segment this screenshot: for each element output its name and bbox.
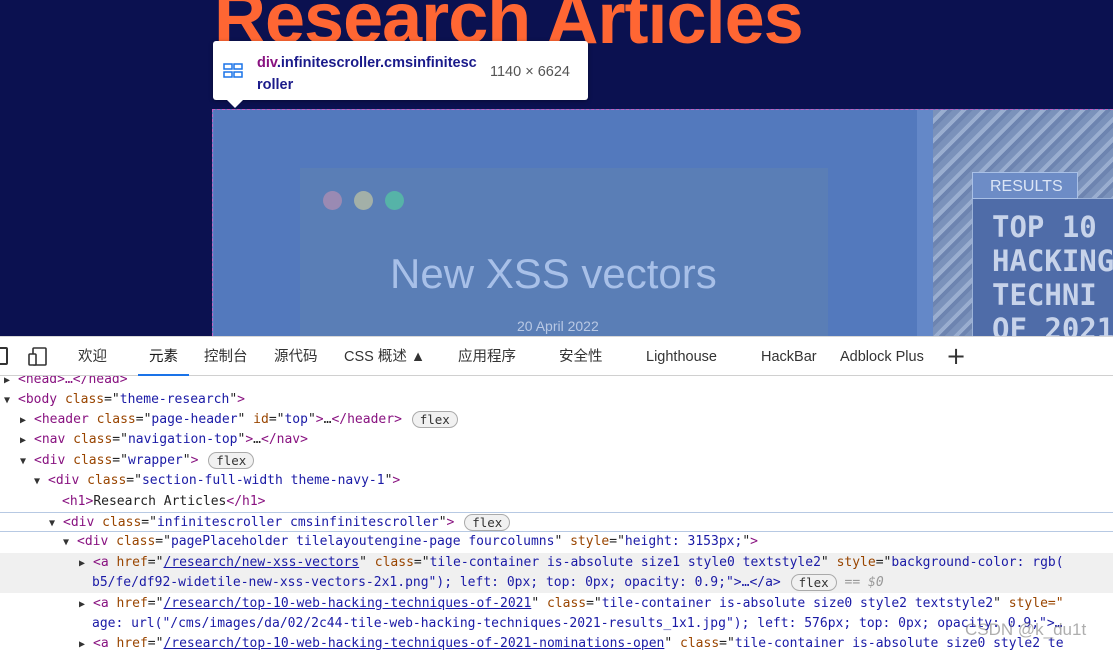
node-text: Research Articles — [93, 494, 227, 509]
devtools-tab-bar: 欢迎 元素 控制台 源代码 CSS 概述 ▲ 应用程序 安全性 Lighthou… — [0, 336, 1113, 376]
device-toolbar-icon[interactable] — [28, 347, 48, 367]
tooltip-arrow — [226, 99, 244, 108]
attr-value: tile-container is-absolute size0 style2 … — [601, 596, 994, 611]
tab-welcome[interactable]: 欢迎 — [78, 337, 107, 376]
tooltip-tag: div — [257, 55, 277, 71]
tooltip-size: 1140 × 6624 — [490, 64, 570, 80]
tab-sources[interactable]: 源代码 — [274, 337, 318, 376]
tile-date: 20 April 2022 — [517, 318, 599, 334]
attr-value: b5/fe/df92-widetile-new-xss-vectors-2x1.… — [92, 575, 781, 590]
tab-css-overview[interactable]: CSS 概述 ▲ — [344, 337, 425, 376]
tab-console[interactable]: 控制台 — [204, 337, 248, 376]
tab-hackbar[interactable]: HackBar — [761, 337, 817, 376]
add-tab-icon[interactable]: + — [946, 344, 966, 368]
attr-link[interactable]: /research/top-10-web-hacking-techniques-… — [163, 596, 531, 611]
dom-node-a-top10[interactable]: ▶ <a href="/research/top-10-web-hacking-t… — [0, 594, 1113, 614]
tile-title: New XSS vectors — [390, 250, 717, 297]
window-dot-icon — [323, 191, 342, 210]
inspect-tooltip: div.infinitescroller.cmsinfinitescroller… — [213, 41, 588, 100]
attr-value: navigation-top — [127, 432, 238, 447]
dom-node-pageplaceholder[interactable]: ▼ <div class="pagePlaceholder tilelayoute… — [0, 532, 1113, 552]
attr-value: pagePlaceholder tilelayoutengine-page fo… — [170, 534, 555, 549]
dom-node-a-top10-cont[interactable]: age: url("/cms/images/da/02/2c44-tile-we… — [0, 614, 1113, 634]
watermark: CSDN @k_du1t — [965, 620, 1087, 639]
dom-node-body[interactable]: ▼ <body class="theme-research"> — [0, 390, 1113, 410]
attr-value: top — [284, 412, 308, 427]
dom-node-infinitescroller[interactable]: ▼ <div class="infinitescroller cmsinfinit… — [0, 512, 1113, 532]
dom-node-section[interactable]: ▼ <div class="section-full-width theme-na… — [0, 471, 1113, 491]
dom-node-a-new-xss[interactable]: ▶ <a href="/research/new-xss-vectors" cla… — [0, 553, 1113, 573]
dom-node-wrapper[interactable]: ▼ <div class="wrapper"> flex — [0, 451, 1113, 471]
attr-value: infinitescroller cmsinfinitescroller — [156, 515, 439, 530]
attr-value: age: url("/cms/images/da/02/2c44-tile-we… — [92, 616, 1063, 631]
tile-title: TOP 10 HACKING TECHNI OF 2021 — [992, 210, 1113, 336]
dom-node-nav[interactable]: ▶ <nav class="navigation-top">…</nav> — [0, 430, 1113, 450]
node-tag: body — [25, 392, 58, 407]
attr-value: section-full-width theme-navy-1 — [141, 473, 385, 488]
tab-elements[interactable]: 元素 — [138, 337, 189, 376]
dom-node-a-nominations[interactable]: ▶ <a href="/research/top-10-web-hacking-t… — [0, 634, 1113, 651]
window-dot-icon — [385, 191, 404, 210]
dom-node-h1[interactable]: <h1>Research Articles</h1> — [0, 492, 1113, 512]
inspect-element-icon[interactable] — [0, 347, 8, 365]
tooltip-selector: div.infinitescroller.cmsinfinitescroller — [257, 52, 482, 96]
dom-node-head[interactable]: ▶ <head>…</head> — [0, 376, 1113, 390]
selected-node-marker: == $0 — [844, 575, 884, 590]
node-text: <head>…</head> — [18, 376, 128, 387]
attr-value: height: 3153px; — [624, 534, 743, 549]
attr-value: page-header — [151, 412, 238, 427]
tooltip-classes: .infinitescroller.cmsinfinitescroller — [257, 55, 477, 93]
attr-link[interactable]: /research/top-10-web-hacking-techniques-… — [163, 636, 664, 651]
flex-badge[interactable]: flex — [411, 411, 458, 428]
dom-node-a-new-xss-cont[interactable]: b5/fe/df92-widetile-new-xss-vectors-2x1.… — [0, 573, 1113, 593]
tab-lighthouse[interactable]: Lighthouse — [646, 337, 717, 376]
flex-layout-icon — [223, 63, 243, 78]
attr-value: tile-container is-absolute size1 style0 … — [429, 555, 821, 570]
dom-node-header[interactable]: ▶ <header class="page-header" id="top">…<… — [0, 410, 1113, 430]
flex-badge[interactable]: flex — [790, 574, 837, 591]
attr-value: wrapper — [127, 453, 183, 468]
attr-name: style=" — [1008, 596, 1064, 611]
attr-value: background-color: rgb( — [891, 555, 1064, 570]
tile-gap — [917, 110, 933, 336]
tab-application[interactable]: 应用程序 — [458, 337, 516, 376]
attr-value: theme-research — [119, 392, 230, 407]
tab-security[interactable]: 安全性 — [559, 337, 603, 376]
flex-badge[interactable]: flex — [208, 452, 255, 469]
attr-link[interactable]: /research/new-xss-vectors — [163, 555, 359, 570]
window-dot-icon — [354, 191, 373, 210]
results-badge: RESULTS — [972, 172, 1078, 199]
flex-badge[interactable]: flex — [464, 514, 511, 531]
elements-dom-tree: ▶ <head>…</head> ▼ <body class="theme-rese… — [0, 376, 1113, 651]
page-preview: Research Articles New XSS vectors 20 Apr… — [0, 0, 1113, 336]
tab-adblock-plus[interactable]: Adblock Plus — [840, 337, 924, 376]
